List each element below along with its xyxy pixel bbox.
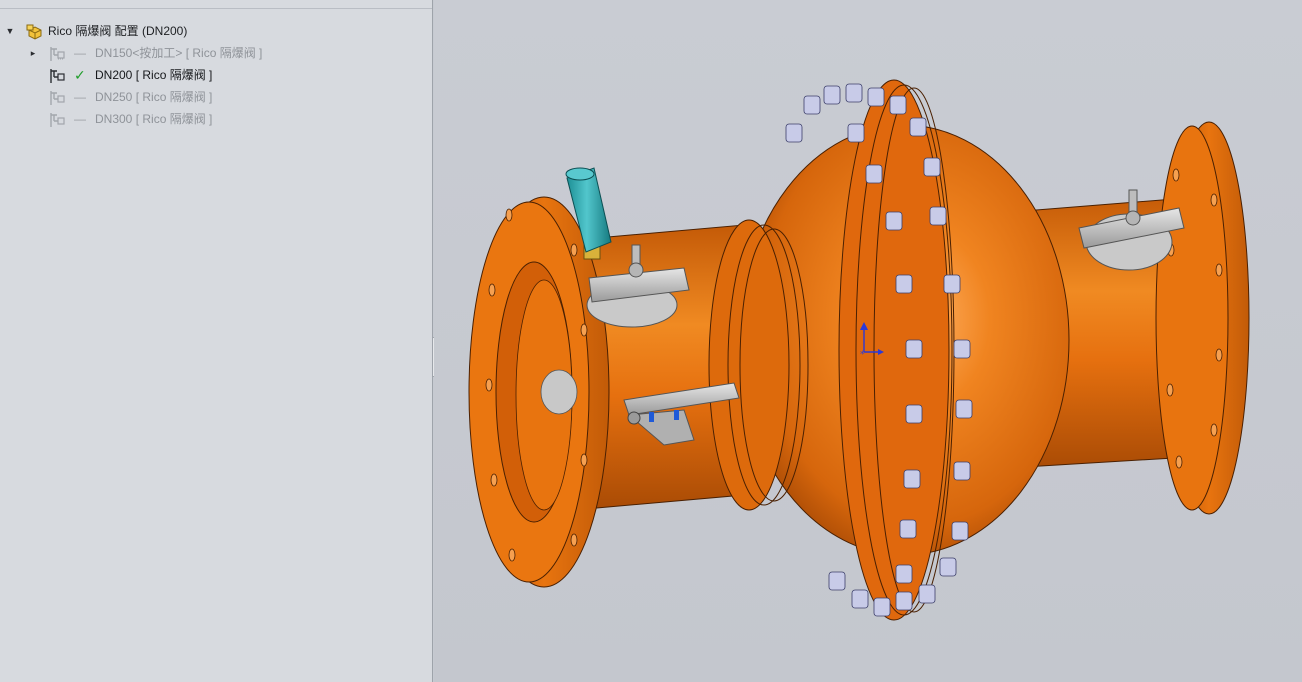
solidworks-window: ▼ Rico 隔爆阀 配置 (DN200) ▸ — DN150<按加工> [R…	[0, 0, 1302, 682]
config-root-node[interactable]: ▼ Rico 隔爆阀 配置 (DN200)	[0, 20, 432, 42]
configuration-manager-panel: ▼ Rico 隔爆阀 配置 (DN200) ▸ — DN150<按加工> [R…	[0, 0, 433, 682]
config-item-dn300[interactable]: — DN300 [ Rico 隔爆阀 ]	[0, 108, 432, 130]
configuration-icon	[49, 46, 65, 61]
inactive-marker: —	[74, 90, 86, 104]
collapse-arrow-icon[interactable]: ▼	[4, 20, 16, 42]
config-item-label: DN250 [ Rico 隔爆阀 ]	[95, 90, 213, 104]
assembly-config-icon	[26, 24, 42, 40]
config-item-dn200[interactable]: ✓ DN200 [ Rico 隔爆阀 ]	[0, 64, 432, 86]
config-item-label: DN200 [ Rico 隔爆阀 ]	[95, 68, 213, 82]
valve-3d-model[interactable]: *	[434, 0, 1302, 682]
checkmark-icon: ✓	[74, 67, 86, 83]
config-item-label: DN150<按加工> [ Rico 隔爆阀 ]	[95, 46, 263, 60]
inactive-marker: —	[74, 46, 86, 60]
config-item-dn250[interactable]: — DN250 [ Rico 隔爆阀 ]	[0, 86, 432, 108]
configuration-icon	[49, 90, 65, 105]
inactive-marker: —	[74, 112, 86, 126]
config-item-label: DN300 [ Rico 隔爆阀 ]	[95, 112, 213, 126]
inner-cone-part	[540, 369, 578, 415]
svg-text:*: *	[860, 350, 865, 360]
config-root-label: Rico 隔爆阀 配置 (DN200)	[48, 24, 188, 38]
panel-divider	[0, 8, 432, 9]
configuration-tree: ▼ Rico 隔爆阀 配置 (DN200) ▸ — DN150<按加工> [R…	[0, 20, 432, 130]
configuration-icon	[49, 112, 65, 127]
config-item-dn150[interactable]: ▸ — DN150<按加工> [ Rico 隔爆阀 ]	[0, 42, 432, 64]
configuration-icon	[49, 68, 65, 83]
expand-arrow-icon[interactable]: ▸	[27, 42, 39, 64]
graphics-area[interactable]: *	[434, 0, 1302, 682]
